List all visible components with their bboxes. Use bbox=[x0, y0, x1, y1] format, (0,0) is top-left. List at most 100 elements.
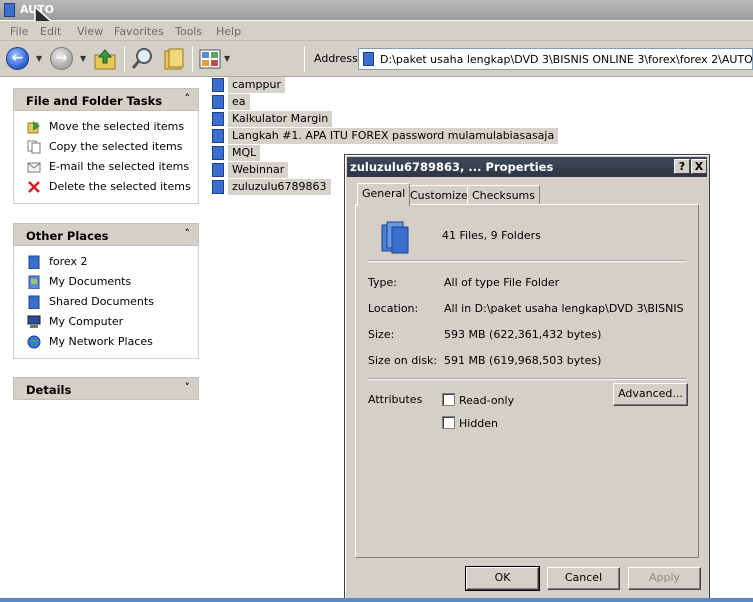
task-label: Move the selected items bbox=[49, 120, 185, 133]
shared-documents-icon bbox=[28, 295, 40, 309]
hidden-checkbox[interactable] bbox=[442, 416, 455, 429]
place-forex-2[interactable]: forex 2 bbox=[14, 252, 198, 272]
panel-header[interactable]: Other Places ˄ bbox=[13, 223, 199, 246]
place-label: My Documents bbox=[49, 275, 132, 288]
copy-icon bbox=[27, 140, 41, 154]
task-email[interactable]: E-mail the selected items bbox=[14, 157, 198, 177]
size-on-disk-label: Size on disk: bbox=[368, 354, 438, 367]
task-move[interactable]: Move the selected items bbox=[14, 117, 198, 137]
file-name: zuluzulu6789863 bbox=[228, 179, 331, 195]
my-documents-icon bbox=[28, 275, 40, 289]
details-panel: Details ˅ bbox=[13, 377, 199, 400]
general-tab-page: 41 Files, 9 Folders Type: All of type Fi… bbox=[355, 204, 699, 558]
toolbar-separator bbox=[304, 46, 305, 72]
panel-title: Details bbox=[26, 383, 72, 397]
task-label: Delete the selected items bbox=[49, 180, 191, 193]
menu-favorites[interactable]: Favorites bbox=[114, 25, 164, 38]
file-name: camppur bbox=[228, 77, 285, 93]
expand-icon[interactable]: ˅ bbox=[185, 381, 191, 394]
taskbar-edge bbox=[0, 598, 753, 602]
panel-title: File and Folder Tasks bbox=[26, 94, 163, 108]
summary-text: 41 Files, 9 Folders bbox=[442, 229, 541, 242]
cancel-button[interactable]: Cancel bbox=[547, 567, 620, 590]
delete-icon bbox=[28, 181, 40, 193]
dialog-title-bar[interactable]: zuluzulu6789863, ... Properties ? X bbox=[347, 157, 707, 177]
task-delete[interactable]: Delete the selected items bbox=[14, 177, 198, 197]
toolbar-separator bbox=[124, 46, 125, 72]
ok-button[interactable]: OK bbox=[465, 566, 540, 591]
place-label: Shared Documents bbox=[49, 295, 154, 308]
advanced-button[interactable]: Advanced... bbox=[613, 383, 688, 406]
title-bar: AUTO bbox=[0, 0, 753, 36]
forward-button[interactable]: → bbox=[50, 47, 73, 70]
divider bbox=[368, 260, 686, 262]
location-value: All in D:\paket usaha lengkap\DVD 3\BISN… bbox=[444, 302, 686, 315]
folder-icon bbox=[212, 129, 224, 143]
menu-view[interactable]: View bbox=[77, 25, 103, 38]
views-icon[interactable] bbox=[198, 47, 222, 71]
task-copy[interactable]: Copy the selected items bbox=[14, 137, 198, 157]
task-pane: File and Folder Tasks ˄ Move the selecte… bbox=[0, 77, 206, 602]
back-arrow-icon: ← bbox=[11, 50, 24, 66]
place-label: My Computer bbox=[49, 315, 124, 328]
panel-title: Other Places bbox=[26, 229, 109, 243]
attributes-label: Attributes bbox=[368, 393, 423, 406]
file-name: MQL bbox=[228, 145, 261, 161]
menu-tools[interactable]: Tools bbox=[175, 25, 202, 38]
folder-icon bbox=[212, 163, 224, 177]
place-label: forex 2 bbox=[49, 255, 88, 268]
tab-general[interactable]: General bbox=[357, 183, 411, 206]
readonly-label: Read-only bbox=[459, 394, 515, 407]
address-bar[interactable]: D:\paket usaha lengkap\DVD 3\BISNIS ONLI… bbox=[358, 48, 753, 70]
folder-icon bbox=[28, 255, 40, 269]
folder-icon bbox=[212, 146, 224, 160]
up-folder-icon[interactable] bbox=[93, 47, 117, 71]
views-dropdown-icon[interactable]: ▼ bbox=[224, 54, 230, 63]
folders-icon[interactable] bbox=[162, 47, 186, 71]
move-icon bbox=[27, 121, 40, 134]
hidden-label: Hidden bbox=[459, 417, 499, 430]
menu-help[interactable]: Help bbox=[216, 25, 241, 38]
tab-checksums[interactable]: Checksums bbox=[467, 185, 540, 205]
folders-icon bbox=[381, 221, 409, 254]
dialog-title: zuluzulu6789863, ... Properties bbox=[350, 160, 554, 174]
divider bbox=[368, 378, 686, 380]
readonly-checkbox[interactable] bbox=[442, 393, 455, 406]
place-my-computer[interactable]: My Computer bbox=[14, 312, 198, 332]
menu-edit[interactable]: Edit bbox=[40, 25, 61, 38]
type-value: All of type File Folder bbox=[444, 276, 560, 289]
place-my-documents[interactable]: My Documents bbox=[14, 272, 198, 292]
panel-header[interactable]: File and Folder Tasks ˄ bbox=[13, 88, 199, 111]
collapse-icon[interactable]: ˄ bbox=[185, 92, 191, 105]
other-places-panel: Other Places ˄ forex 2 My Documents Shar… bbox=[13, 223, 199, 359]
size-value: 593 MB (622,361,432 bytes) bbox=[444, 328, 602, 341]
close-button[interactable]: X bbox=[691, 159, 707, 174]
back-dropdown-icon[interactable]: ▼ bbox=[36, 54, 42, 63]
menu-file[interactable]: File bbox=[10, 25, 28, 38]
back-button[interactable]: ← bbox=[6, 47, 29, 70]
apply-button[interactable]: Apply bbox=[628, 567, 701, 590]
place-my-network-places[interactable]: My Network Places bbox=[14, 332, 198, 352]
type-label: Type: bbox=[368, 276, 397, 289]
network-globe-icon bbox=[27, 335, 41, 349]
place-shared-documents[interactable]: Shared Documents bbox=[14, 292, 198, 312]
tab-customize[interactable]: Customize bbox=[405, 185, 473, 205]
folder-icon bbox=[212, 95, 224, 109]
search-icon[interactable] bbox=[131, 47, 155, 71]
toolbar-separator bbox=[192, 46, 193, 72]
email-icon bbox=[27, 162, 41, 173]
forward-dropdown-icon[interactable]: ▼ bbox=[80, 54, 86, 63]
forward-arrow-icon: → bbox=[55, 50, 68, 66]
place-label: My Network Places bbox=[49, 335, 153, 348]
collapse-icon[interactable]: ˄ bbox=[185, 227, 191, 240]
file-name: Webinnar bbox=[228, 162, 289, 178]
address-text[interactable]: D:\paket usaha lengkap\DVD 3\BISNIS ONLI… bbox=[380, 53, 753, 66]
address-label: Address bbox=[314, 52, 358, 65]
file-name: Kalkulator Margin bbox=[228, 111, 333, 127]
task-label: Copy the selected items bbox=[49, 140, 183, 153]
panel-header[interactable]: Details ˅ bbox=[13, 377, 199, 400]
location-label: Location: bbox=[368, 302, 419, 315]
properties-dialog: zuluzulu6789863, ... Properties ? X Gene… bbox=[344, 154, 710, 600]
file-name: ea bbox=[228, 94, 250, 110]
help-button[interactable]: ? bbox=[674, 159, 690, 174]
